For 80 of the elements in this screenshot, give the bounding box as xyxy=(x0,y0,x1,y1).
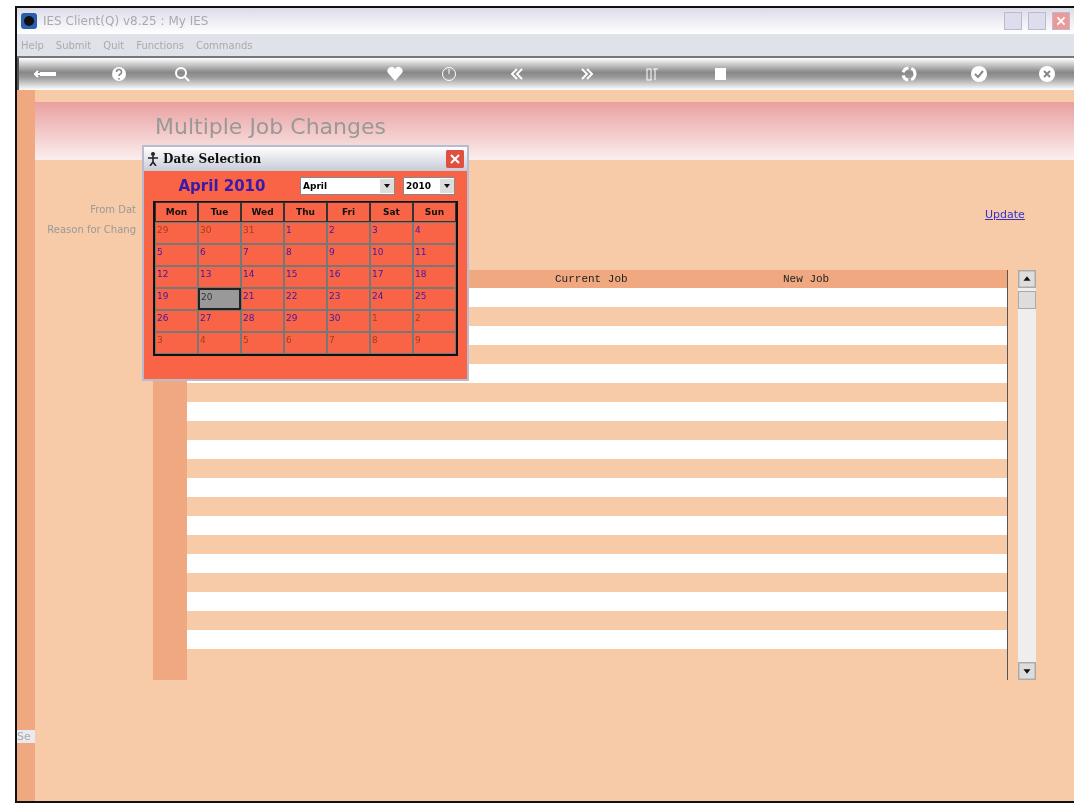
calendar-day[interactable]: 26 xyxy=(155,310,198,332)
calendar-day[interactable]: 2 xyxy=(327,222,370,244)
page-title: Multiple Job Changes xyxy=(155,114,386,139)
column-header[interactable]: New Job xyxy=(783,273,830,285)
calendar-day[interactable]: 21 xyxy=(241,288,284,310)
calendar-day[interactable]: 15 xyxy=(284,266,327,288)
scroll-thumb[interactable] xyxy=(1018,291,1036,309)
calendar-day[interactable]: 1 xyxy=(370,310,413,332)
weekday-header: Sat xyxy=(370,202,413,222)
calendar-day[interactable]: 23 xyxy=(327,288,370,310)
weekday-header: Wed xyxy=(241,202,284,222)
calendar-day[interactable]: 17 xyxy=(370,266,413,288)
form-label: Reason for Chang xyxy=(47,224,136,235)
calendar-day[interactable]: 7 xyxy=(241,244,284,266)
calendar-day[interactable]: 8 xyxy=(370,332,413,354)
calendar-day[interactable]: 10 xyxy=(370,244,413,266)
weekday-header: Fri xyxy=(327,202,370,222)
scroll-down-button[interactable] xyxy=(1018,662,1036,680)
calendar-day[interactable]: 8 xyxy=(284,244,327,266)
calendar-day[interactable]: 3 xyxy=(370,222,413,244)
side-tab[interactable]: Se xyxy=(17,730,35,743)
weekday-header: Thu xyxy=(284,202,327,222)
square-icon[interactable] xyxy=(712,66,728,82)
month-heading: April 2010 xyxy=(177,177,267,195)
close-button[interactable] xyxy=(1052,12,1070,30)
month-dropdown[interactable]: April xyxy=(300,177,395,195)
calendar-day[interactable]: 20 xyxy=(198,288,241,310)
calendar-day[interactable]: 29 xyxy=(284,310,327,332)
calendar-day[interactable]: 22 xyxy=(284,288,327,310)
window-title: IES Client(Q) v8.25 : My IES xyxy=(43,14,210,28)
calendar-day[interactable]: 1 xyxy=(284,222,327,244)
weekday-header: Mon xyxy=(155,202,198,222)
year-dropdown[interactable]: 2010 xyxy=(403,177,455,195)
calendar-day[interactable]: 12 xyxy=(155,266,198,288)
calendar-day[interactable]: 13 xyxy=(198,266,241,288)
columns-icon[interactable] xyxy=(644,66,660,82)
weekday-header: Tue xyxy=(198,202,241,222)
close-icon[interactable] xyxy=(1039,66,1055,82)
calendar-day[interactable]: 5 xyxy=(241,332,284,354)
calendar-day[interactable]: 19 xyxy=(155,288,198,310)
calendar-day[interactable]: 5 xyxy=(155,244,198,266)
calendar-day[interactable]: 9 xyxy=(413,332,456,354)
calendar-day[interactable]: 7 xyxy=(327,332,370,354)
calendar-day[interactable]: 6 xyxy=(284,332,327,354)
calendar-day[interactable]: 16 xyxy=(327,266,370,288)
close-button[interactable] xyxy=(446,150,464,168)
calendar-day[interactable]: 9 xyxy=(327,244,370,266)
calendar-day[interactable]: 11 xyxy=(413,244,456,266)
update-link[interactable]: Update xyxy=(985,208,1025,221)
menu-item[interactable]: Commands xyxy=(195,39,253,51)
app-icon xyxy=(21,13,37,29)
calendar-day[interactable]: 31 xyxy=(241,222,284,244)
calendar-day[interactable]: 6 xyxy=(198,244,241,266)
calendar-day[interactable]: 30 xyxy=(327,310,370,332)
forward-icon[interactable] xyxy=(579,66,595,82)
clock-icon[interactable] xyxy=(441,66,457,82)
check-icon[interactable] xyxy=(971,66,987,82)
dialog-title: Date Selection xyxy=(163,152,263,166)
search-icon[interactable] xyxy=(174,66,190,82)
calendar-day[interactable]: 3 xyxy=(155,332,198,354)
rewind-icon[interactable] xyxy=(509,66,525,82)
calendar-day[interactable]: 24 xyxy=(370,288,413,310)
calendar-day[interactable]: 27 xyxy=(198,310,241,332)
column-header[interactable]: Current Job xyxy=(555,273,628,285)
form-label: From Dat xyxy=(90,204,136,215)
weekday-header: Sun xyxy=(413,202,456,222)
help-icon[interactable] xyxy=(111,66,127,82)
heart-icon[interactable] xyxy=(387,66,403,82)
scrollbar[interactable] xyxy=(1018,270,1036,680)
person-icon xyxy=(147,152,159,166)
calendar-day[interactable]: 2 xyxy=(413,310,456,332)
calendar-day[interactable]: 29 xyxy=(155,222,198,244)
scroll-up-button[interactable] xyxy=(1018,270,1036,288)
calendar-day[interactable]: 14 xyxy=(241,266,284,288)
calendar-day[interactable]: 30 xyxy=(198,222,241,244)
calendar-day[interactable]: 25 xyxy=(413,288,456,310)
calendar-day[interactable]: 4 xyxy=(198,332,241,354)
calendar-day[interactable]: 4 xyxy=(413,222,456,244)
calendar-day[interactable]: 18 xyxy=(413,266,456,288)
calendar-day[interactable]: 28 xyxy=(241,310,284,332)
